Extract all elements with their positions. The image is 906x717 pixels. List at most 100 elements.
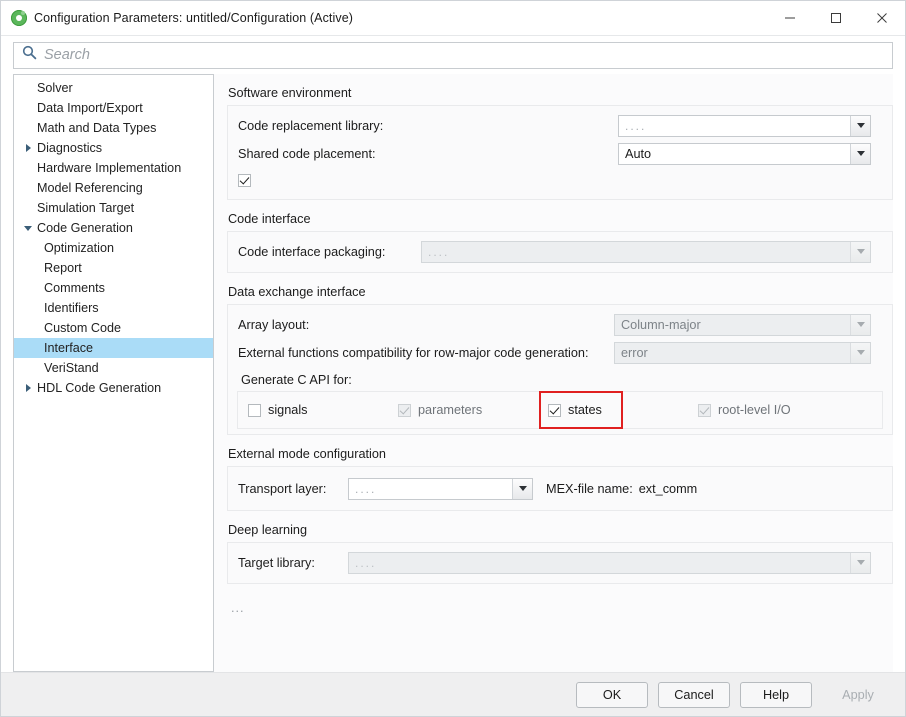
row-code-interface-packaging: Code interface packaging: .... [238,239,882,264]
tree-item-veristand[interactable]: VeriStand [14,358,213,378]
combo-code-replacement-library[interactable]: .... [618,114,871,137]
search-input[interactable] [44,47,892,63]
search-box[interactable] [13,41,893,69]
label-target-library: Target library: [238,555,315,570]
settings-tree[interactable]: Solver Data Import/Export Math and Data Ty… [13,74,214,672]
c-api-cell-states: states [539,391,698,429]
checkbox-root-level-i-o: root-level I/O [698,403,791,417]
combo-value-array-layout: Column-major [621,317,701,332]
section-title-external-mode-configuration: External mode configuration [228,447,386,461]
label-mex-file-name: MEX-file name: [546,481,633,496]
ok-button[interactable]: OK [576,681,648,708]
label-transport-layer: Transport layer: [238,481,327,496]
tree-item-label: Hardware Implementation [37,161,182,175]
chevron-down-icon[interactable] [850,552,870,573]
tree-item-diagnostics[interactable]: Diagnostics [14,138,213,158]
checkbox-label: states [568,403,602,417]
tree-item-label: Identifiers [44,301,99,315]
chevron-down-icon[interactable] [850,115,870,136]
checkbox-unnamed-option[interactable] [238,173,258,187]
tree-item-math-and-data-types[interactable]: Math and Data Types [14,118,213,138]
row-target-library: Target library: .... [238,550,882,575]
tree-item-label: Diagnostics [37,141,103,155]
window-controls [767,1,905,35]
label-array-layout: Array layout: [238,317,310,332]
minimize-icon[interactable] [767,1,813,35]
combo-value-shared-code-placement: Auto [625,146,652,161]
checkbox-box [398,403,411,417]
combo-value-transport-layer: .... [355,481,377,496]
checkbox-signals[interactable]: signals [248,403,308,417]
checkbox-states[interactable]: states [548,403,602,417]
tree-item-interface[interactable]: Interface [14,338,213,358]
row-code-replacement-library: Code replacement library: .... [238,113,882,138]
checkbox-label: root-level I/O [718,403,791,417]
combo-code-interface-packaging[interactable]: .... [421,240,871,263]
tree-item-label: VeriStand [44,361,99,375]
chevron-right-icon[interactable] [21,384,35,392]
tree-item-label: Report [44,261,82,275]
help-button[interactable]: Help [740,681,812,708]
chevron-down-icon[interactable] [850,143,870,164]
tree-item-label: Solver [37,81,73,95]
tree-item-label: Math and Data Types [37,121,157,135]
chevron-right-icon[interactable] [21,144,35,152]
label-generate-c-api-for: Generate C API for: [241,373,352,387]
chevron-down-icon[interactable] [850,342,870,363]
tree-item-optimization[interactable]: Optimization [14,238,213,258]
tree-item-label: HDL Code Generation [37,381,162,395]
combo-shared-code-placement[interactable]: Auto [618,142,871,165]
tree-item-label: Code Generation [37,221,133,235]
tree-item-label: Simulation Target [37,201,135,215]
maximize-icon[interactable] [813,1,859,35]
tree-item-hardware-implementation[interactable]: Hardware Implementation [14,158,213,178]
checkbox-box [698,403,711,417]
label-external-functions-compatibility: External functions compatibility for row… [238,345,589,360]
tree-item-label: Custom Code [44,321,121,335]
close-icon[interactable] [859,1,905,35]
tree-item-hdl-code-generation[interactable]: HDL Code Generation [14,378,213,398]
tree-item-comments[interactable]: Comments [14,278,213,298]
combo-array-layout[interactable]: Column-major [614,313,871,336]
combo-transport-layer[interactable]: .... [348,477,533,500]
group-generate-c-api: signals parameters states root-level I/O [237,391,883,429]
tree-item-code-generation[interactable]: Code Generation [14,218,213,238]
tree-item-label: Comments [44,281,105,295]
tree-item-data-import-export[interactable]: Data Import/Export [14,98,213,118]
search-icon [22,45,37,65]
label-code-interface-packaging: Code interface packaging: [238,244,386,259]
row-transport-layer: Transport layer: .... MEX-file name: ext… [238,476,882,501]
tree-item-simulation-target[interactable]: Simulation Target [14,198,213,218]
dialog-footer: OK Cancel Help Apply [1,672,905,716]
value-mex-file-name: ext_comm [638,481,698,496]
tree-item-model-referencing[interactable]: Model Referencing [14,178,213,198]
row-array-layout: Array layout: Column-major [238,312,882,337]
chevron-down-icon[interactable] [850,241,870,262]
search-bar [1,36,905,74]
combo-value-external-functions-compatibility: error [621,345,648,360]
tree-item-solver[interactable]: Solver [14,78,213,98]
configuration-parameters-window: Configuration Parameters: untitled/Confi… [0,0,906,717]
trailing-note: ... [231,601,245,615]
combo-target-library[interactable]: .... [348,551,871,574]
tree-item-report[interactable]: Report [14,258,213,278]
combo-value-target-library: .... [355,555,377,570]
label-shared-code-placement: Shared code placement: [238,146,376,161]
c-api-cell-root-level-i-o: root-level I/O [698,403,848,417]
generate-c-api-checkbox-row: signals parameters states root-level I/O [248,391,872,429]
section-title-software-environment: Software environment [228,86,352,100]
tree-item-label: Data Import/Export [37,101,143,115]
tree-item-identifiers[interactable]: Identifiers [14,298,213,318]
tree-item-custom-code[interactable]: Custom Code [14,318,213,338]
group-deep-learning: Target library: .... [227,542,893,584]
cancel-button[interactable]: Cancel [658,681,730,708]
chevron-down-icon[interactable] [850,314,870,335]
combo-external-functions-compatibility[interactable]: error [614,341,871,364]
chevron-down-icon[interactable] [21,225,35,231]
section-title-data-exchange-interface: Data exchange interface [228,285,366,299]
label-code-replacement-library: Code replacement library: [238,118,384,133]
group-external-mode-configuration: Transport layer: .... MEX-file name: ext… [227,466,893,511]
apply-button: Apply [842,687,874,702]
combo-value-code-replacement-library: .... [625,118,647,133]
chevron-down-icon[interactable] [512,478,532,499]
